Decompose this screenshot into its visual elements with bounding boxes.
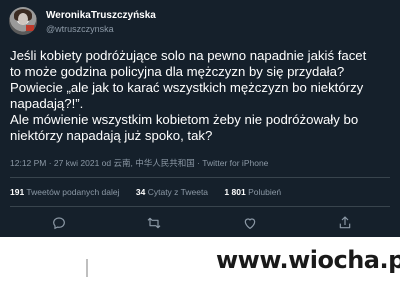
retweet-button[interactable] xyxy=(145,214,163,232)
tweet-card: WeronikaTruszczyńska @wtruszczynska Jeśl… xyxy=(0,0,400,237)
like-icon xyxy=(244,218,256,229)
tweet-text-line: Ale mówienie wszystkim kobietom żeby nie… xyxy=(10,112,359,127)
tweet-text-line: niektórzy napadają już spoko, tak? xyxy=(10,128,213,143)
tweet-text-line: napadają?!”. xyxy=(10,96,84,111)
text-cursor-mark xyxy=(86,259,88,277)
share-icon xyxy=(339,216,351,229)
share-button[interactable] xyxy=(336,214,354,232)
quotes-stat[interactable]: 34 Cytaty z Tweeta xyxy=(136,187,208,197)
retweets-stat[interactable]: 191 Tweetów podanych dalej xyxy=(10,187,120,197)
tweet-timestamp-meta[interactable]: 12:12 PM · 27 kwi 2021 od 云南, 中华人民共和国 · … xyxy=(10,157,268,169)
likes-stat[interactable]: 1 801 Polubień xyxy=(224,187,281,197)
author-handle[interactable]: @wtruszczynska xyxy=(46,24,114,34)
quotes-label: Cytaty z Tweeta xyxy=(147,187,209,197)
author-display-name[interactable]: WeronikaTruszczyńska xyxy=(46,10,156,21)
tweet-stats: 191 Tweetów podanych dalej 34 Cytaty z T… xyxy=(10,187,295,197)
retweet-icon xyxy=(147,217,161,229)
reply-icon xyxy=(53,217,65,230)
tweet-text: Jeśli kobiety podróżujące solo na pewno … xyxy=(10,48,394,144)
watermark: www.wiocha.pl xyxy=(216,246,400,274)
divider xyxy=(10,206,390,207)
divider xyxy=(10,177,390,178)
like-button[interactable] xyxy=(241,214,259,232)
tweet-text-line: Powiecie „ale jak to karać wszystkich mę… xyxy=(10,80,364,95)
avatar[interactable] xyxy=(9,7,37,35)
retweets-label: Tweetów podanych dalej xyxy=(26,187,120,197)
retweets-count: 191 xyxy=(10,187,25,197)
likes-count: 1 801 xyxy=(224,187,246,197)
quotes-count: 34 xyxy=(135,187,146,197)
likes-label: Polubień xyxy=(248,187,282,197)
reply-button[interactable] xyxy=(50,214,68,232)
tweet-actions xyxy=(0,214,400,232)
avatar-accent xyxy=(26,25,34,31)
avatar-face xyxy=(18,13,28,25)
tweet-text-line: Jeśli kobiety podróżujące solo na pewno … xyxy=(10,48,367,63)
tweet-text-line: to może godzina policyjna dla mężczyzn b… xyxy=(10,64,345,79)
